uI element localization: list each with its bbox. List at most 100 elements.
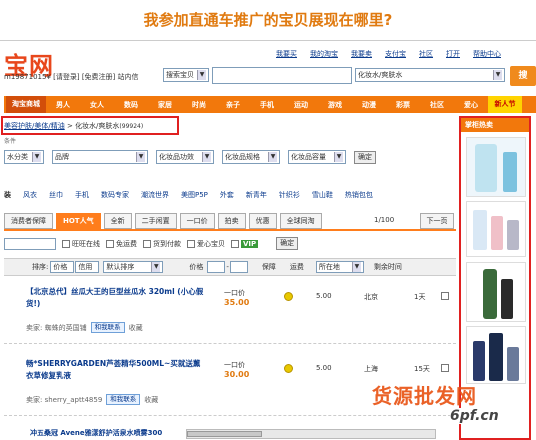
tab-new[interactable]: 全新	[103, 213, 132, 229]
ad-image[interactable]	[466, 262, 526, 322]
filter-select[interactable]: 化妆品规格 ▼	[222, 150, 280, 164]
filter-select[interactable]: 品牌 ▼	[52, 150, 148, 164]
nav-item[interactable]: 新人节	[488, 96, 522, 113]
tab-global[interactable]: 全球同淘	[279, 213, 322, 229]
checkbox[interactable]	[187, 239, 195, 248]
seller-name[interactable]: 卖家: sherry_aptt4859	[26, 395, 102, 405]
user-info[interactable]: m19871015¥ [请登录] [免费注册] 站内信	[4, 72, 139, 82]
nav-item[interactable]: 男人	[46, 100, 80, 110]
favorite-link[interactable]: 收藏	[129, 323, 143, 333]
contact-button[interactable]: 和我联系	[90, 322, 125, 333]
top-link[interactable]: 打开	[446, 49, 460, 59]
category-link[interactable]: 美图P5P	[181, 190, 208, 204]
category-link[interactable]: 新青年	[246, 190, 267, 204]
check-free-shipping[interactable]: 免运费	[106, 239, 137, 249]
search-type-select[interactable]: 搜索宝贝 ▼	[163, 68, 209, 82]
category-link[interactable]: 热销包包	[345, 190, 373, 204]
sort-credit-button[interactable]: 信用	[75, 261, 100, 273]
tab-fixed-price[interactable]: 一口价	[179, 213, 215, 229]
tab-auction[interactable]: 拍卖	[217, 213, 246, 229]
item-title[interactable]: 【北京总代】丝瓜大王的巨型丝瓜水 320ml (小心假货!)	[26, 286, 206, 310]
contact-button[interactable]: 和我联系	[106, 394, 141, 405]
category-link[interactable]: 外套	[220, 190, 234, 204]
compare-checkbox[interactable]	[441, 364, 449, 372]
filter-select[interactable]: 水分类 ▼	[4, 150, 44, 164]
time-label: 剩余时间	[373, 263, 402, 271]
chevron-down-icon: ▼	[202, 152, 211, 162]
chevron-down-icon: ▼	[351, 262, 361, 272]
sort-default-select[interactable]: 默认排序 ▼	[103, 261, 164, 273]
top-link[interactable]: 我要买	[276, 49, 297, 59]
checkbox[interactable]	[106, 239, 114, 248]
nav-item[interactable]: 爱心	[454, 100, 488, 110]
sort-price-button[interactable]: 价格	[50, 261, 75, 273]
check-online[interactable]: 旺旺在线	[62, 239, 100, 249]
tab-hot[interactable]: HOT人气	[56, 213, 101, 229]
category-link[interactable]: 风衣	[23, 190, 37, 204]
category-link[interactable]: 针织衫	[279, 190, 300, 204]
nav-item[interactable]: 数码	[114, 100, 148, 110]
search-button[interactable]: 搜	[510, 66, 536, 86]
top-link[interactable]: 我要卖	[351, 49, 372, 59]
top-link[interactable]: 帮助中心	[473, 49, 501, 59]
nav-item[interactable]: 社区	[420, 100, 454, 110]
check-charity[interactable]: 爱心宝贝	[187, 239, 225, 249]
filter-row: 水分类 ▼ 品牌 ▼ 化妆品功效 ▼ 化妆品规格 ▼ 化妆品容量 ▼ 确定	[4, 150, 376, 164]
filter-ok-button[interactable]: 确定	[354, 150, 376, 164]
chevron-down-icon: ▼	[136, 152, 145, 162]
filter-select[interactable]: 化妆品功效 ▼	[156, 150, 214, 164]
search-category-select[interactable]: 化妆水/爽肤水 ▼	[355, 68, 505, 82]
nav-item[interactable]: 手机	[250, 100, 284, 110]
price-label: 一口价	[224, 361, 245, 369]
nav-item[interactable]: 时尚	[182, 100, 216, 110]
checkbox[interactable]	[231, 239, 239, 248]
nav-item[interactable]: 女人	[80, 100, 114, 110]
breadcrumb-parent[interactable]: 美容护肤/美体/精油	[4, 122, 65, 130]
nav-item[interactable]: 彩票	[386, 100, 420, 110]
top-link[interactable]: 支付宝	[385, 49, 406, 59]
nav-item[interactable]: 家居	[148, 100, 182, 110]
category-link[interactable]: 手机	[75, 190, 89, 204]
search-input[interactable]	[212, 67, 352, 84]
nav-item[interactable]: 动漫	[352, 100, 386, 110]
category-link[interactable]: 数码专家	[101, 190, 129, 204]
check-cod[interactable]: 货到付款	[143, 239, 181, 249]
tab-second-hand[interactable]: 二手闲置	[134, 213, 177, 229]
protect-label: 保障	[261, 263, 276, 271]
compare-checkbox[interactable]	[441, 292, 449, 300]
horizontal-scrollbar[interactable]	[186, 429, 436, 439]
nav-item[interactable]: 运动	[284, 100, 318, 110]
top-link[interactable]: 社区	[419, 49, 433, 59]
item-title[interactable]: 冲五桑冠 Avene雅漾舒护活泉水喷雾300	[30, 428, 162, 438]
nav-item[interactable]: 游戏	[318, 100, 352, 110]
price-max-input[interactable]	[229, 261, 248, 273]
checkbox[interactable]	[62, 239, 70, 248]
tab-discount[interactable]: 优惠	[248, 213, 277, 229]
scrollbar-thumb[interactable]	[187, 431, 262, 437]
seller-name[interactable]: 卖家: 蜘蛛的英国铺	[26, 323, 87, 333]
list-item[interactable]: 【北京总代】丝瓜大王的巨型丝瓜水 320ml (小心假货!) 卖家: 蜘蛛的英国…	[4, 278, 456, 344]
price-label: 价格	[189, 263, 204, 271]
check-vip[interactable]: VIP	[231, 239, 259, 248]
price-min-input[interactable]	[207, 261, 226, 273]
nav-item[interactable]: 淘宝商城	[6, 96, 46, 113]
category-link[interactable]: 装	[4, 190, 11, 204]
category-link[interactable]: 雪山鞋	[312, 190, 333, 204]
favorite-link[interactable]: 收藏	[144, 395, 158, 405]
ad-image[interactable]	[466, 201, 526, 257]
option-input[interactable]	[4, 237, 56, 250]
ad-image[interactable]	[466, 137, 526, 197]
location-select[interactable]: 所在地 ▼	[315, 261, 364, 273]
checkbox[interactable]	[143, 239, 151, 248]
filter-select[interactable]: 化妆品容量 ▼	[288, 150, 346, 164]
next-page-button[interactable]: 下一页	[420, 213, 454, 229]
nav-item[interactable]: 亲子	[216, 100, 250, 110]
options-ok-button[interactable]: 确定	[276, 237, 299, 250]
breadcrumb: 美容护肤/美体/精油 > 化妆水/爽肤水(99924)	[4, 121, 143, 131]
category-link[interactable]: 潮流世界	[141, 190, 169, 204]
top-link[interactable]: 我的淘宝	[310, 49, 338, 59]
ad-image[interactable]	[466, 326, 526, 384]
item-title[interactable]: 畅*SHERRYGARDEN芦荟精华500ML~买就送薰衣草修复乳液	[26, 358, 206, 382]
tab-buyer-protection[interactable]: 消费者保障	[4, 213, 53, 229]
category-link[interactable]: 丝巾	[49, 190, 63, 204]
